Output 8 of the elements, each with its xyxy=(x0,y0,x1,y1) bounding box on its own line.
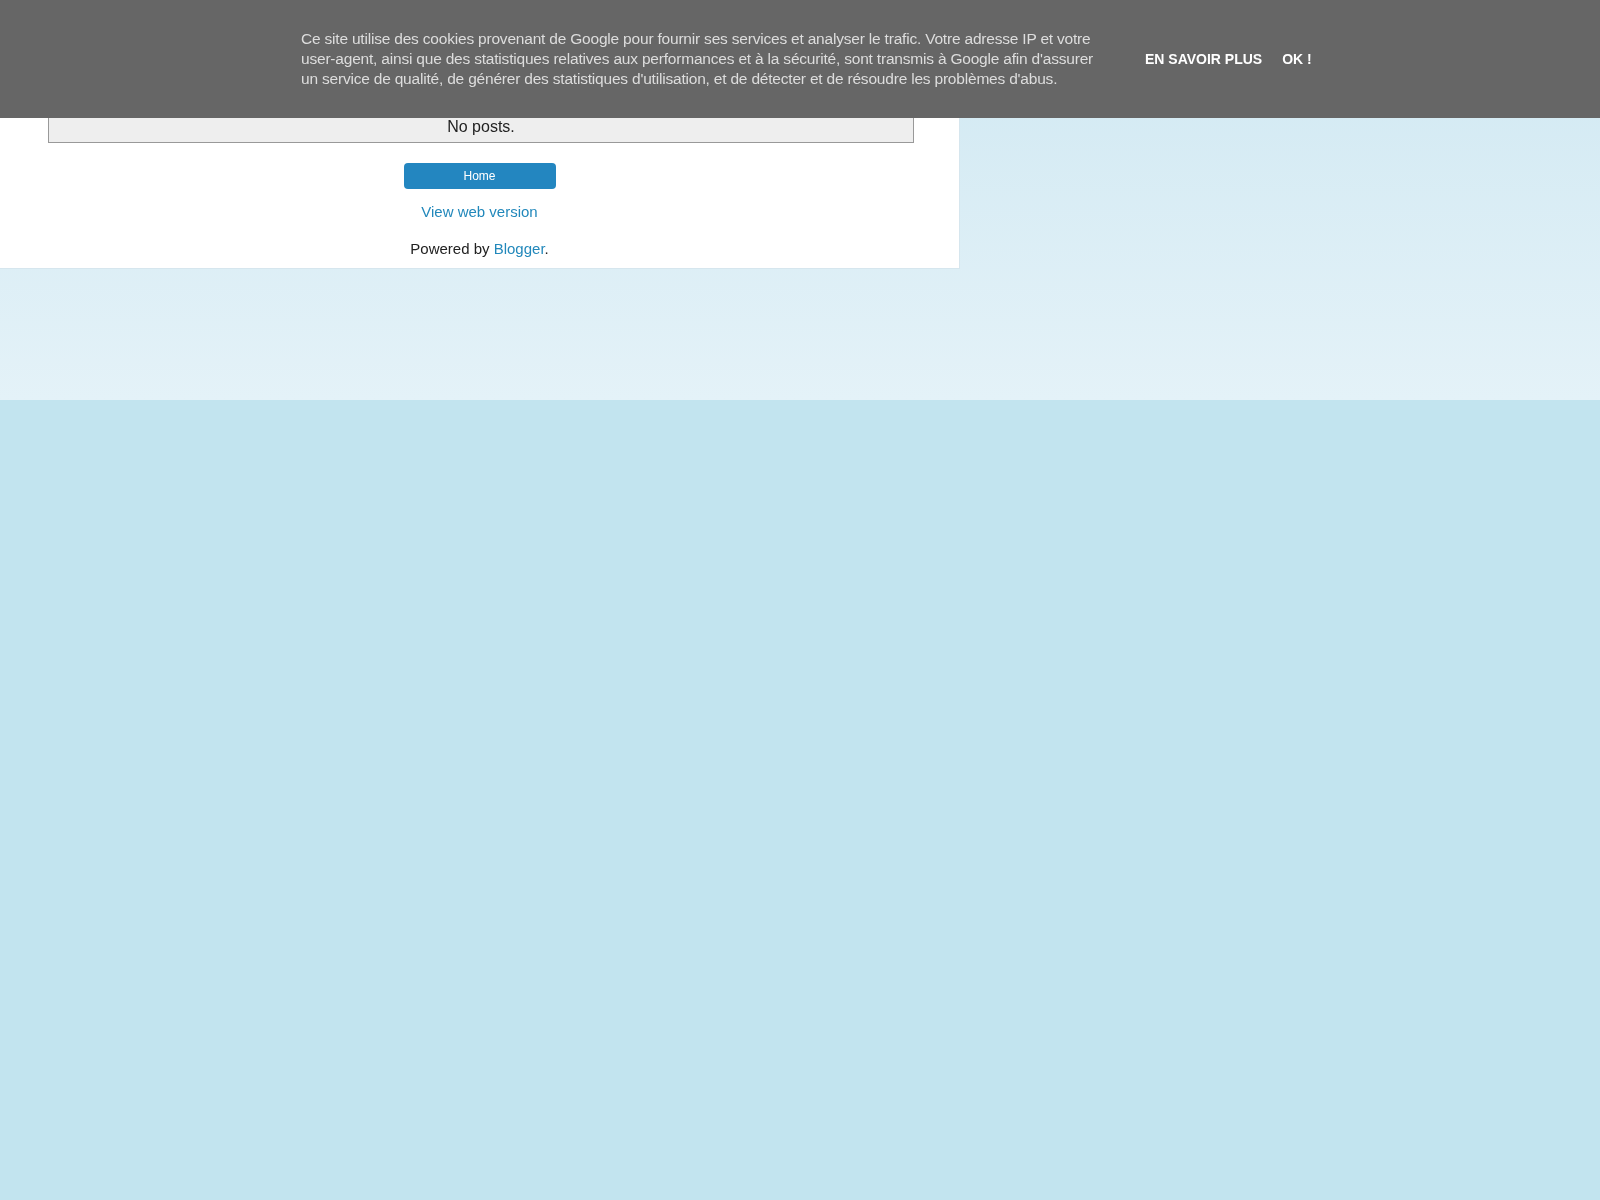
blogger-link[interactable]: Blogger xyxy=(493,239,545,257)
home-button[interactable]: Home xyxy=(403,163,556,189)
empty-message: No posts. xyxy=(447,117,515,137)
powered-by-text: Powered by Blogger. xyxy=(410,238,549,259)
web-version-link[interactable]: View web version xyxy=(421,201,538,224)
cookie-message: Ce site utilise des cookies provenant de Google pour fournir ses services et analyser le trafic. Votre adresse IP et votre user-agent, ainsi que des statistiques relatives aux performances et à la sécurité, sont transmis à Google afin d'assurer un service de qualité, de générer des statistiques d'utilisation, et de détecter et de résoudre les problèmes d'abus. xyxy=(301,29,1095,89)
cookie-button[interactable]: OK ! xyxy=(1282,48,1312,70)
cookie-button[interactable]: EN SAVOIR PLUS xyxy=(1145,48,1263,70)
